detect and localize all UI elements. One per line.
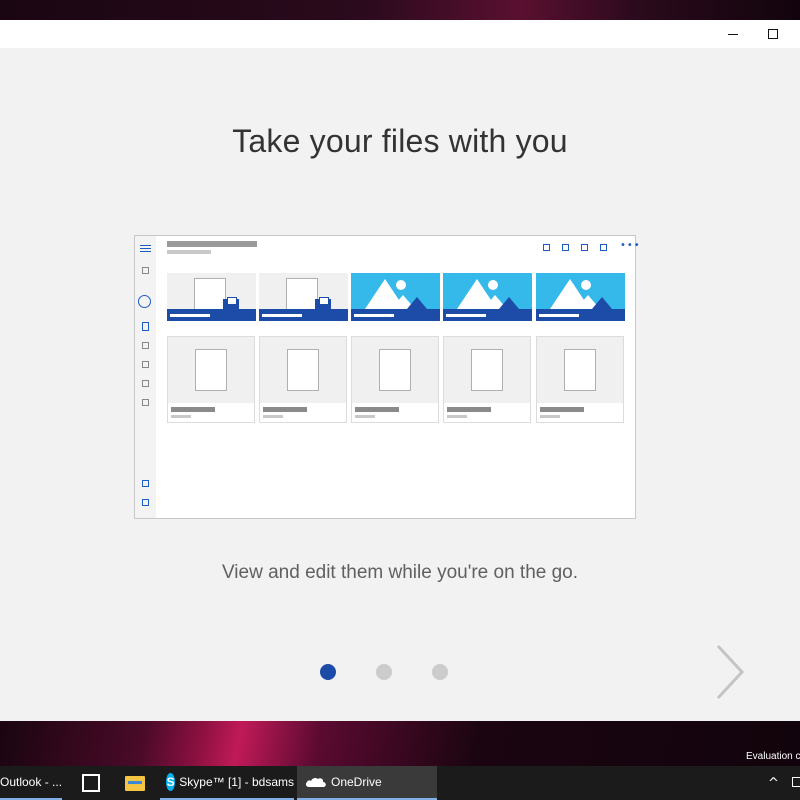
illustration-nav-rail <box>135 236 156 518</box>
calendar-icon <box>82 774 100 792</box>
app-illustration: ••• <box>134 235 640 519</box>
square-icon <box>142 361 149 368</box>
page-dot-3[interactable] <box>432 664 448 680</box>
taskbar-item-label: OneDrive <box>331 775 382 789</box>
chevron-right-icon <box>716 644 745 700</box>
minimize-icon <box>728 33 738 35</box>
file-explorer-icon <box>125 775 145 791</box>
person-icon <box>138 295 151 308</box>
taskbar-item-file-explorer[interactable] <box>116 766 154 800</box>
taskbar-item-skype[interactable]: S Skype™ [1] - bdsams <box>160 766 294 800</box>
onboarding-headline: Take your files with you <box>232 123 568 159</box>
file-card <box>536 336 624 423</box>
square-icon <box>142 342 149 349</box>
document-icon <box>142 322 149 331</box>
file-tile <box>259 273 348 321</box>
maximize-button[interactable] <box>750 20 796 48</box>
onedrive-window: Take your files with you ••• View and ed… <box>0 20 800 721</box>
next-arrow-button[interactable] <box>712 642 752 702</box>
file-card <box>443 336 531 423</box>
toolbar-square-icon <box>600 244 607 251</box>
hamburger-icon <box>140 245 151 254</box>
desktop-wallpaper-bottom <box>0 721 800 766</box>
square-icon <box>142 267 149 274</box>
page-dot-2[interactable] <box>376 664 392 680</box>
taskbar-item-calendar[interactable] <box>72 766 110 800</box>
square-icon <box>142 480 149 487</box>
image-tile <box>536 273 625 321</box>
taskbar-item-onedrive[interactable]: OneDrive <box>297 766 437 800</box>
file-card <box>259 336 347 423</box>
page-dot-1[interactable] <box>320 664 336 680</box>
evaluation-watermark: Evaluation c <box>746 751 800 762</box>
taskbar-item-outlook[interactable]: Outlook - ... <box>0 766 62 800</box>
tray-chevron-up-icon[interactable]: ^ <box>768 776 779 791</box>
file-card <box>351 336 439 423</box>
toolbar-square-icon <box>562 244 569 251</box>
file-tile <box>167 273 256 321</box>
title-bar <box>0 20 800 48</box>
desktop-wallpaper-top <box>0 0 800 20</box>
tray-icon[interactable] <box>792 777 800 787</box>
square-icon <box>142 399 149 406</box>
taskbar-item-label: Skype™ [1] - bdsams <box>179 775 294 789</box>
square-icon <box>142 380 149 387</box>
onboarding-subline: View and edit them while you're on the g… <box>221 562 579 583</box>
skype-icon: S <box>166 773 176 791</box>
illustration-subtitle-placeholder <box>167 250 211 254</box>
file-card <box>167 336 255 423</box>
maximize-icon <box>768 29 778 39</box>
image-tile <box>443 273 532 321</box>
toolbar-square-icon <box>543 244 550 251</box>
taskbar-item-label: Outlook - ... <box>0 775 63 789</box>
illustration-title-placeholder <box>167 241 257 247</box>
more-dots-icon: ••• <box>620 240 641 251</box>
image-tile <box>351 273 440 321</box>
taskbar: Outlook - ... S Skype™ [1] - bdsams OneD… <box>0 766 800 800</box>
onedrive-cloud-icon <box>305 777 326 787</box>
toolbar-square-icon <box>581 244 588 251</box>
square-icon <box>142 499 149 506</box>
